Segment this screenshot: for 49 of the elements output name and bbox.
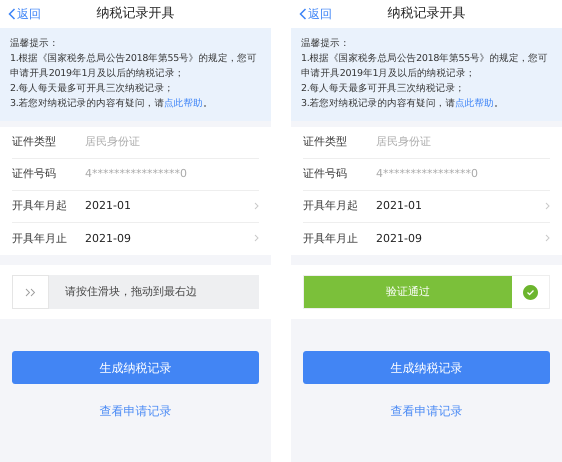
notice-text: 1.根据《国家税务总局公告2018年第55号》的规定，您可申请开具2019年1月及以后的纳税记录；	[10, 52, 258, 81]
notice-text: 2.每人每天最多可开具三次纳税记录；	[10, 82, 175, 96]
notice-text: 3.若您对纳税记录的内容有疑问，请	[10, 97, 164, 111]
field-value[interactable]: 2021-09	[85, 230, 131, 248]
field-label: 开具年月起	[303, 198, 359, 214]
back-link[interactable]: 返回	[8, 5, 41, 23]
history-link[interactable]: 查看申请记录	[390, 402, 462, 420]
slider-track[interactable]: 请按住滑块，拖动到最右边	[12, 275, 259, 309]
slider-track[interactable]: 验证通过	[303, 275, 550, 309]
back-chevron-icon[interactable]	[299, 8, 307, 20]
help-link[interactable]: 点此帮助	[454, 96, 494, 111]
field-value: 4****************0	[376, 166, 478, 182]
page-title: 纳税记录开具	[388, 5, 466, 24]
notice-punctuation: 。	[494, 97, 504, 111]
field-value[interactable]: 2021-01	[376, 198, 422, 215]
back-chevron-icon[interactable]	[8, 8, 16, 20]
field-value: 居民身份证	[85, 134, 140, 150]
chevron-icon[interactable]	[545, 234, 550, 242]
slider-handle[interactable]	[12, 275, 49, 309]
field-label: 证件类型	[303, 134, 348, 150]
notice-text: 2.每人每天最多可开具三次纳税记录；	[301, 82, 466, 96]
field-label: 开具年月止	[303, 230, 359, 247]
field-value[interactable]: 2021-09	[376, 230, 422, 248]
field-label: 证件号码	[12, 166, 57, 182]
field-value: 居民身份证	[376, 134, 431, 150]
field-label: 开具年月起	[12, 198, 68, 214]
field-label: 证件号码	[303, 166, 348, 182]
generate-button[interactable]: 生成纳税记录	[12, 351, 259, 384]
notice-punctuation: 。	[202, 97, 212, 111]
slider-status: 验证通过	[304, 276, 512, 308]
chevron-icon[interactable]	[254, 202, 259, 210]
slider-hint: 请按住滑块，拖动到最右边	[65, 284, 197, 300]
field-value: 4****************0	[85, 166, 187, 182]
back-link[interactable]: 返回	[299, 5, 332, 23]
generate-button[interactable]: 生成纳税记录	[303, 351, 550, 384]
help-link[interactable]: 点此帮助	[164, 96, 203, 111]
chevron-icon[interactable]	[545, 202, 550, 210]
check-circle-icon	[523, 284, 538, 300]
history-link[interactable]: 查看申请记录	[100, 402, 172, 420]
field-value[interactable]: 2021-01	[85, 198, 131, 215]
field-label: 开具年月止	[12, 230, 68, 247]
field-label: 证件类型	[12, 134, 57, 150]
double-chevron-icon	[24, 288, 36, 296]
notice-text: 1.根据《国家税务总局公告2018年第55号》的规定，您可申请开具2019年1月及以后的纳税记录；	[301, 52, 549, 81]
notice-heading: 温馨提示：	[301, 37, 351, 51]
notice-heading: 温馨提示：	[10, 37, 60, 51]
chevron-icon[interactable]	[254, 234, 259, 242]
page-title: 纳税记录开具	[96, 5, 174, 24]
notice-text: 3.若您对纳税记录的内容有疑问，请	[301, 97, 455, 111]
